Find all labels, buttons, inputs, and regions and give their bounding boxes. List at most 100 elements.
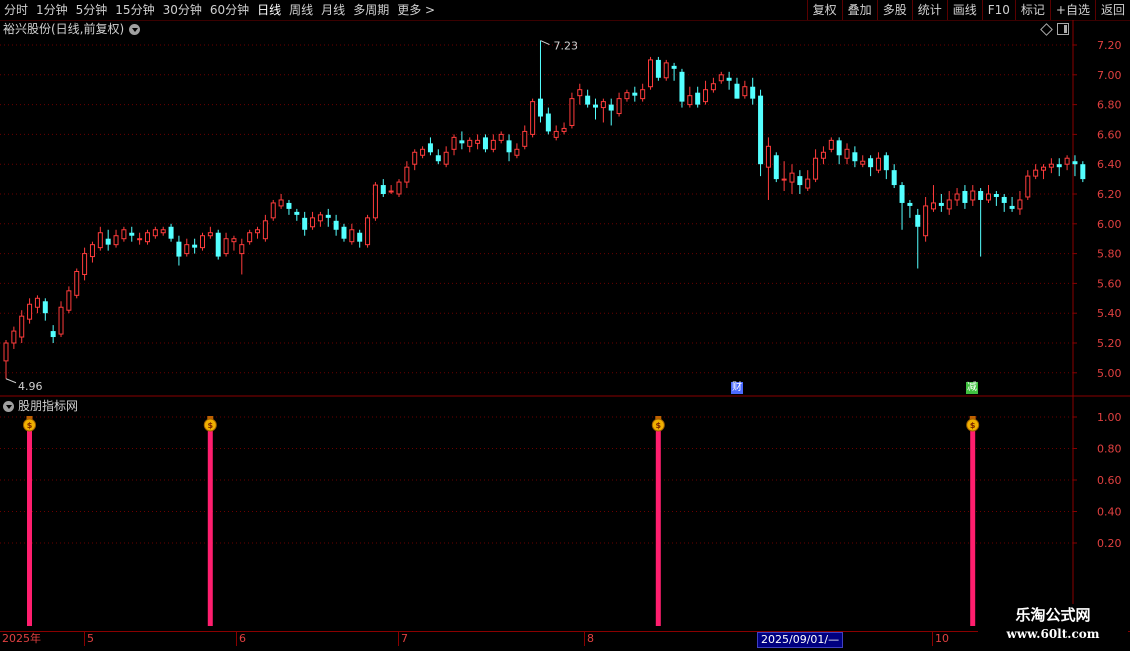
candle-body-down: [168, 226, 174, 239]
candle-body-down: [427, 143, 433, 153]
candle-body-up: [160, 229, 166, 234]
candle-body-up: [443, 151, 449, 165]
candle-body-up: [396, 181, 402, 195]
candle-body-up: [278, 199, 284, 207]
candle-body-down: [302, 217, 308, 230]
indicator-tick-label: 0.80: [1097, 443, 1122, 456]
indicator-title-text: 股朋指标网: [18, 399, 79, 413]
candle-body-up: [600, 101, 606, 109]
svg-text:$: $: [27, 421, 33, 430]
watermark-title: 乐淘公式网: [1015, 606, 1091, 624]
candle-body-down: [868, 158, 874, 168]
candle-body-down: [938, 202, 944, 206]
event-marker-finance[interactable]: 财: [731, 382, 743, 394]
candle-body-down: [962, 191, 968, 203]
candle-body-up: [718, 74, 724, 82]
candle-body-down: [333, 220, 339, 230]
candle-body-up: [954, 193, 960, 201]
candle-body-up: [27, 303, 33, 320]
date-label: 5: [84, 632, 94, 646]
candle-body-down: [42, 301, 48, 314]
price-tick-label: 5.60: [1097, 277, 1122, 290]
candle-body-down: [978, 191, 984, 200]
price-tick-label: 5.80: [1097, 248, 1122, 261]
candle-body-up: [1041, 166, 1047, 171]
indicator-title: 股朋指标网: [3, 399, 78, 413]
candle-body-down: [671, 65, 677, 69]
candle-body-down: [1001, 196, 1007, 203]
candle-body-up: [231, 238, 237, 243]
candle-body-down: [726, 77, 732, 81]
candle-body-down: [215, 232, 221, 257]
candle-body-down: [883, 155, 889, 171]
candle-body-up: [270, 202, 276, 219]
date-label: 7: [398, 632, 408, 646]
candle-body-up: [97, 232, 103, 249]
svg-text:$: $: [970, 421, 976, 430]
candle-body-up: [388, 190, 394, 193]
low-price-label: 4.96: [18, 380, 43, 393]
price-tick-label: 5.20: [1097, 337, 1122, 350]
candle-body-up: [349, 229, 355, 243]
candle-body-up: [34, 297, 40, 308]
candle-body-up: [82, 253, 88, 275]
candle-body-down: [506, 140, 512, 153]
candle-body-down: [357, 232, 363, 242]
candle-body-down: [750, 86, 756, 99]
candle-body-down: [286, 202, 292, 209]
candle-body-up: [569, 98, 575, 126]
price-tick-label: 5.00: [1097, 367, 1122, 380]
candle-body-up: [144, 232, 150, 243]
money-bag-icon: $: [203, 416, 217, 432]
candle-body-up: [1017, 199, 1023, 210]
watermark-url: www.60lt.com: [1006, 627, 1100, 641]
candle-body-up: [89, 244, 95, 258]
candle-body-up: [765, 145, 771, 168]
candle-body-up: [58, 306, 64, 335]
candle-body-up: [781, 178, 787, 181]
candle-body-down: [294, 211, 300, 215]
candle-body-up: [11, 330, 17, 344]
candle-body-down: [585, 95, 591, 105]
candle-body-down: [797, 176, 803, 186]
candle-body-up: [372, 184, 378, 219]
candle-body-down: [836, 140, 842, 156]
candle-body-down: [852, 152, 858, 162]
candle-body-up: [137, 238, 143, 241]
candle-body-down: [50, 331, 56, 338]
date-label: 2025年: [2, 632, 41, 645]
date-label: 6: [236, 632, 246, 646]
candle-body-down: [341, 226, 347, 239]
candle-body-up: [113, 235, 119, 246]
date-label: 8: [584, 632, 594, 646]
candle-body-up: [255, 229, 261, 234]
candle-body-down: [325, 214, 331, 218]
candle-body-down: [1080, 164, 1086, 180]
candle-body-down: [899, 185, 905, 203]
money-bag-icon: $: [23, 416, 36, 432]
candle-body-up: [19, 315, 25, 338]
candle-body-up: [200, 235, 205, 249]
candle-body-up: [490, 139, 496, 150]
candle-body-up: [624, 92, 630, 100]
candle-body-up: [66, 290, 72, 311]
price-tick-label: 6.40: [1097, 158, 1122, 171]
candle-body-down: [655, 59, 661, 78]
svg-text:$: $: [207, 421, 213, 430]
event-marker-reduce[interactable]: 减: [966, 382, 978, 394]
candle-body-up: [247, 232, 253, 243]
candle-body-up: [703, 89, 709, 103]
candle-body-up: [74, 270, 80, 296]
candle-body-up: [522, 130, 528, 147]
candle-body-up: [420, 148, 426, 156]
kline-chart[interactable]: 7.20 7.00 6.80 6.60 6.40 6.20 6.00 5.80 5.60 5.40…: [0, 0, 1130, 650]
candle-body-up: [687, 95, 693, 106]
candle-body-up: [789, 172, 795, 183]
candle-body-up: [844, 148, 850, 159]
candle-body-up: [152, 229, 158, 237]
signal-bar: [655, 417, 661, 626]
candle-body-up: [1025, 175, 1031, 198]
candle-body-up: [742, 86, 748, 97]
chevron-down-icon[interactable]: [3, 400, 14, 412]
candle-body-down: [380, 185, 386, 194]
